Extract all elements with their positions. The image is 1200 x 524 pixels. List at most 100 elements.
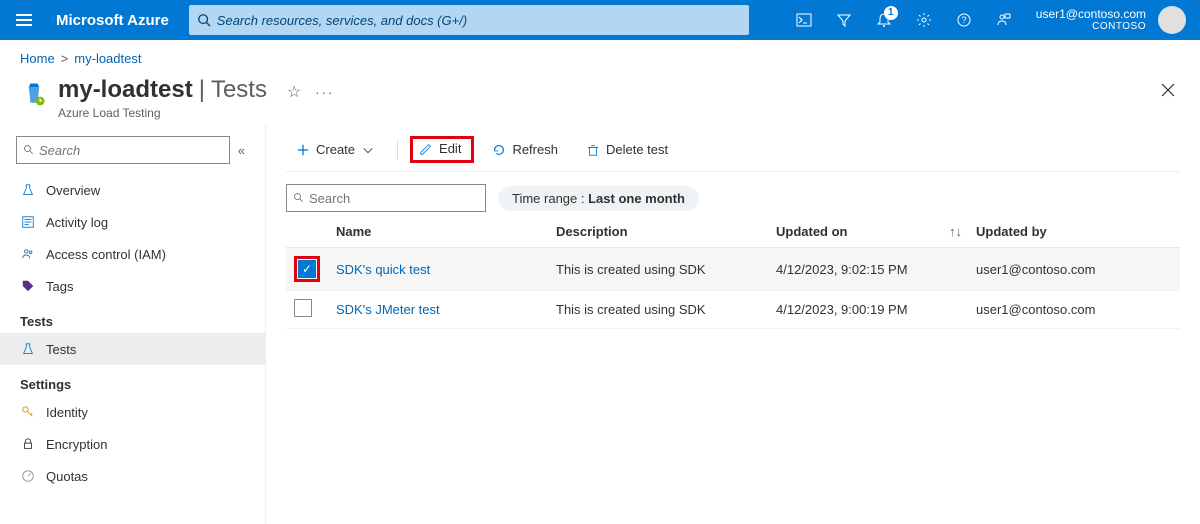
sidebar-search-input[interactable] [39,143,223,158]
collapse-sidebar-button[interactable]: « [238,143,245,158]
create-label: Create [316,142,355,157]
gear-icon [916,12,932,28]
delete-label: Delete test [606,142,668,157]
page-title: my-loadtest [58,76,193,104]
test-description: This is created using SDK [548,248,768,291]
sidebar-item-label: Overview [46,183,100,198]
user-email: user1@contoso.com [1036,8,1146,21]
row-checkbox[interactable] [294,299,312,317]
tests-table: Name Description Updated on ↑↓ Updated b… [286,216,1180,329]
test-updated-on: 4/12/2023, 9:00:19 PM [768,291,968,329]
menu-icon [16,12,32,28]
delete-button[interactable]: Delete test [576,138,678,161]
log-icon [20,214,36,230]
key-icon [20,404,36,420]
toolbar: Create Edit Refresh Delete test [286,128,1180,172]
brand-label[interactable]: Microsoft Azure [56,12,169,29]
user-tenant: CONTOSO [1092,21,1146,32]
toolbar-separator [397,140,398,160]
global-search[interactable] [189,5,749,35]
flask-icon [20,341,36,357]
test-updated-by: user1@contoso.com [968,291,1180,329]
test-description: This is created using SDK [548,291,768,329]
close-blade-button[interactable] [1160,82,1176,101]
breadcrumb: Home > my-loadtest [0,40,1200,76]
breadcrumb-home[interactable]: Home [20,51,55,66]
test-updated-by: user1@contoso.com [968,248,1180,291]
sidebar-item-label: Tests [46,342,76,357]
tests-search-input[interactable] [309,191,485,206]
edit-button[interactable]: Edit [410,136,474,163]
notifications-button[interactable]: 1 [864,0,904,40]
plus-icon [296,143,310,157]
sidebar-item-iam[interactable]: Access control (IAM) [16,238,265,270]
create-button[interactable]: Create [286,138,385,161]
settings-button[interactable] [904,0,944,40]
sidebar-item-identity[interactable]: Identity [16,396,265,428]
sidebar-item-label: Quotas [46,469,88,484]
sidebar-item-tags[interactable]: Tags [16,270,265,302]
search-icon [293,192,305,204]
feedback-button[interactable] [984,0,1024,40]
sidebar-item-overview[interactable]: Overview [16,174,265,206]
edit-label: Edit [439,141,461,156]
time-range-filter[interactable]: Time range : Last one month [498,186,699,211]
cloud-shell-button[interactable] [784,0,824,40]
topbar-icons: 1 ? [784,0,1024,40]
refresh-icon [492,143,506,157]
global-search-input[interactable] [217,13,741,28]
refresh-label: Refresh [512,142,558,157]
tests-search[interactable] [286,184,486,212]
favorite-button[interactable]: ☆ [287,82,301,102]
top-bar: Microsoft Azure 1 ? user1@contoso.com CO… [0,0,1200,40]
breadcrumb-current[interactable]: my-loadtest [74,51,141,66]
table-row[interactable]: SDK's quick test This is created using SD… [286,248,1180,291]
sidebar-heading-settings: Settings [20,377,265,392]
search-icon [197,13,211,27]
chevron-down-icon [361,143,375,157]
sidebar-item-encryption[interactable]: Encryption [16,428,265,460]
tag-icon [20,278,36,294]
hamburger-menu[interactable] [0,0,48,40]
lock-icon [20,436,36,452]
sidebar-item-label: Encryption [46,437,107,452]
page-section: Tests [211,76,267,104]
sidebar-search[interactable] [16,136,230,164]
people-icon [20,246,36,262]
more-actions-button[interactable]: ··· [315,85,334,100]
filter-icon [836,12,852,28]
sidebar-item-tests[interactable]: Tests [0,333,265,365]
breadcrumb-separator: > [61,51,69,66]
cloud-shell-icon [796,12,812,28]
close-icon [1160,82,1176,98]
sidebar-item-label: Activity log [46,215,108,230]
col-description[interactable]: Description [548,216,768,248]
pencil-icon [419,142,433,156]
account-button[interactable]: user1@contoso.com CONTOSO [1024,8,1150,32]
time-range-label: Time range : [512,191,588,206]
test-name-link[interactable]: SDK's JMeter test [336,302,440,317]
row-checkbox[interactable] [298,260,316,278]
flask-icon [20,182,36,198]
load-testing-icon [20,80,48,108]
sidebar-item-activity-log[interactable]: Activity log [16,206,265,238]
col-updated-on[interactable]: Updated on ↑↓ [768,216,968,248]
trash-icon [586,143,600,157]
content: Create Edit Refresh Delete test [265,124,1200,524]
sidebar: « Overview Activity log Access control (… [0,124,265,524]
sort-icon: ↑↓ [949,224,962,239]
sidebar-item-label: Tags [46,279,73,294]
refresh-button[interactable]: Refresh [482,138,568,161]
col-updated-by[interactable]: Updated by [968,216,1180,248]
avatar[interactable] [1158,6,1186,34]
table-row[interactable]: SDK's JMeter test This is created using S… [286,291,1180,329]
notification-badge: 1 [884,6,898,20]
gauge-icon [20,468,36,484]
test-name-link[interactable]: SDK's quick test [336,262,430,277]
sidebar-item-quotas[interactable]: Quotas [16,460,265,492]
col-name[interactable]: Name [328,216,548,248]
directory-filter-button[interactable] [824,0,864,40]
page-title-row: my-loadtest | Tests Azure Load Testing ☆… [0,76,1200,124]
page-subtitle: Azure Load Testing [58,106,267,120]
help-button[interactable]: ? [944,0,984,40]
